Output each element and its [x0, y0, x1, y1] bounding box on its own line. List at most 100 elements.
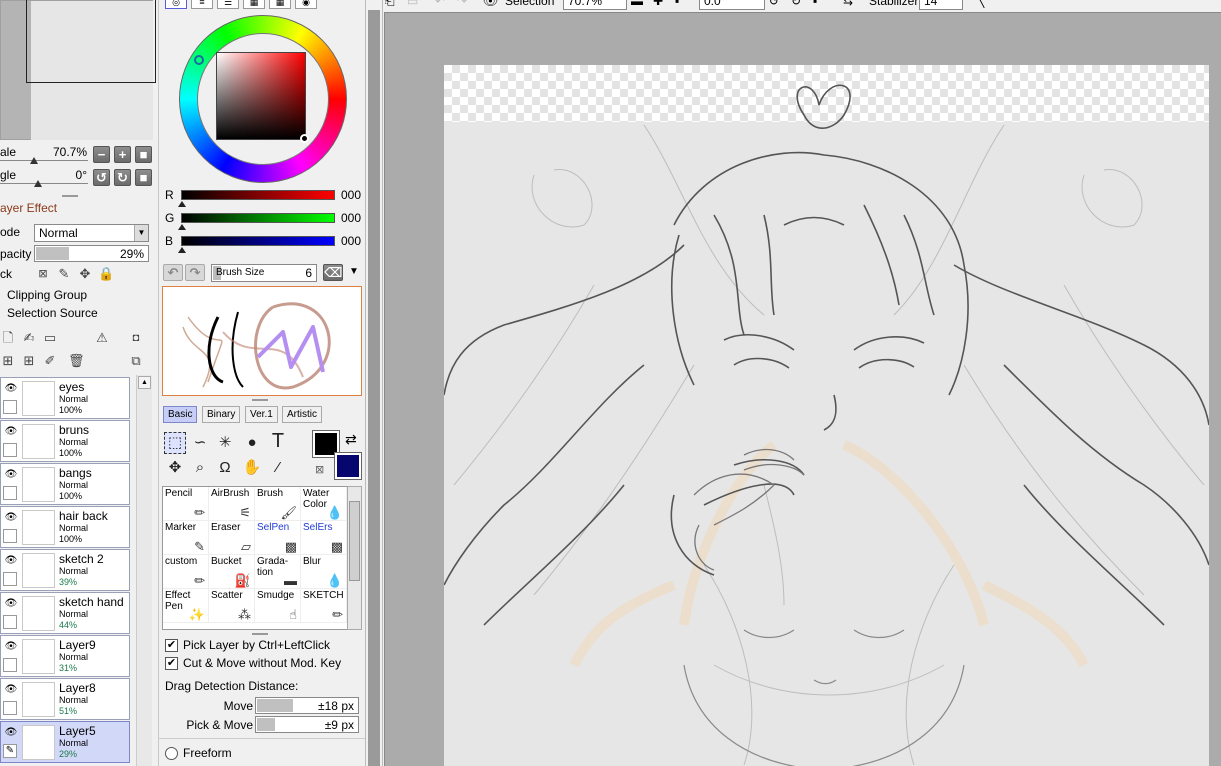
- eye-icon[interactable]: 👁: [3, 467, 19, 483]
- clipping-group-label[interactable]: Clipping Group: [7, 288, 87, 302]
- b-knob[interactable]: [178, 247, 186, 253]
- navigator-preview[interactable]: [0, 0, 156, 140]
- rotate-reset-button[interactable]: ■: [135, 169, 152, 186]
- eye-icon[interactable]: 👁: [3, 553, 19, 569]
- panel-grip[interactable]: [62, 195, 78, 197]
- eyedropper-icon[interactable]: ⁄: [267, 457, 289, 479]
- lasso-icon[interactable]: ∽: [189, 432, 211, 454]
- rotate-right-button[interactable]: ↻: [114, 169, 131, 186]
- shape-select-icon[interactable]: ●: [241, 432, 263, 454]
- eye-icon[interactable]: 👁: [3, 510, 19, 526]
- redo-icon[interactable]: ↷: [457, 0, 467, 10]
- blend-mode-dropdown[interactable]: Normal ▼: [34, 224, 149, 242]
- angle-track[interactable]: [0, 183, 88, 184]
- zoom-dropdown[interactable]: 70.7%: [563, 0, 627, 10]
- scratchpad-tab-icon[interactable]: ◉: [295, 0, 317, 9]
- background-color-swatch[interactable]: [335, 453, 361, 479]
- layer-menu-icon[interactable]: ◘: [128, 330, 144, 346]
- lock-move-icon[interactable]: ✥: [77, 266, 93, 282]
- layer-row[interactable]: 👁 bangs Normal 100%: [0, 463, 130, 505]
- freeform-option[interactable]: Freeform: [165, 745, 365, 763]
- brush-tool-blur[interactable]: Blur 💧: [301, 555, 347, 589]
- r-slider[interactable]: [181, 190, 335, 200]
- brush-stroke-preview[interactable]: [162, 286, 362, 396]
- brush-grid-scrollbar[interactable]: [347, 486, 362, 630]
- zoom-tool-icon[interactable]: ⌕: [189, 457, 211, 479]
- brush-tool-eraser[interactable]: Eraser ▱: [209, 521, 255, 555]
- palette-tab-icon[interactable]: ▦: [269, 0, 291, 9]
- layer-select-checkbox[interactable]: [3, 658, 17, 672]
- pick-move-slider[interactable]: ±9 px: [255, 716, 359, 733]
- cut-move-checkbox[interactable]: ✔: [165, 657, 178, 670]
- panel-grip[interactable]: [252, 399, 268, 401]
- panel-splitter[interactable]: [365, 0, 383, 766]
- brush-tool-bucket[interactable]: Bucket ⛽: [209, 555, 255, 589]
- new-folder-icon[interactable]: ▭: [42, 330, 58, 346]
- lock-all-icon[interactable]: 🔒: [98, 266, 114, 282]
- tab-ver1[interactable]: Ver.1: [245, 406, 278, 423]
- rect-select-icon[interactable]: ⬚: [164, 432, 186, 454]
- eye-icon[interactable]: 👁: [483, 0, 498, 10]
- eraser-toggle-icon[interactable]: ⌫: [323, 264, 343, 281]
- layer-row[interactable]: 👁 ✎ Layer5 Normal 29%: [0, 721, 130, 763]
- scroll-up-arrow-icon[interactable]: ▲: [138, 376, 151, 389]
- scale-track[interactable]: [0, 160, 88, 161]
- canvas-area[interactable]: [384, 12, 1221, 766]
- new-linework-layer-icon[interactable]: ✍: [21, 330, 37, 346]
- brush-tool-airbrush[interactable]: AirBrush ⚟: [209, 487, 255, 521]
- brush-tool-selers[interactable]: SelErs ▩: [301, 521, 347, 555]
- navigator-view-rect[interactable]: [26, 0, 156, 83]
- layer-row[interactable]: 👁 sketch hand Normal 44%: [0, 592, 130, 634]
- layer-select-checkbox[interactable]: [3, 400, 17, 414]
- layer-row[interactable]: 👁 hair back Normal 100%: [0, 506, 130, 548]
- transfer-down-icon[interactable]: ⊞: [0, 353, 16, 369]
- color-wheel-tab-icon[interactable]: ◎: [165, 0, 187, 9]
- stabilizer-dropdown[interactable]: 14: [919, 0, 963, 10]
- eye-icon[interactable]: 👁: [3, 381, 19, 397]
- brush-tool-marker[interactable]: Marker ✎: [163, 521, 209, 555]
- eye-icon[interactable]: 👁: [3, 596, 19, 612]
- saturation-value-square[interactable]: [216, 52, 306, 140]
- rotate-right-toolbar-icon[interactable]: ↻: [791, 0, 801, 10]
- undo-brush-icon[interactable]: ↶: [163, 264, 183, 281]
- layer-options-icon[interactable]: ⚠: [94, 330, 110, 346]
- move-distance-slider[interactable]: ±18 px: [255, 697, 359, 714]
- freeform-radio[interactable]: [165, 747, 178, 760]
- clear-layer-icon[interactable]: ✐: [42, 353, 58, 369]
- layer-select-checkbox[interactable]: [3, 529, 17, 543]
- eye-icon[interactable]: 👁: [3, 639, 19, 655]
- magic-wand-icon[interactable]: ✳: [214, 432, 236, 454]
- pick-layer-option[interactable]: ✔ Pick Layer by Ctrl+LeftClick: [165, 637, 365, 655]
- selection-source-label[interactable]: Selection Source: [7, 306, 98, 320]
- brush-tool-scatter[interactable]: Scatter ⁂: [209, 589, 255, 623]
- zoom-reset-toolbar-icon[interactable]: ▪: [675, 0, 679, 10]
- layer-select-checkbox[interactable]: [3, 701, 17, 715]
- eye-icon[interactable]: 👁: [3, 725, 19, 741]
- tab-binary[interactable]: Binary: [202, 406, 241, 423]
- layer-select-checkbox[interactable]: [3, 572, 17, 586]
- flip-horizontal-icon[interactable]: ⇆: [843, 0, 853, 10]
- invert-selection-icon[interactable]: ▭: [407, 0, 418, 10]
- zoom-out-toolbar-icon[interactable]: ▬: [631, 0, 643, 10]
- brush-tool-pencil[interactable]: Pencil ✏: [163, 487, 209, 521]
- deselect-icon[interactable]: ⎗: [385, 0, 395, 10]
- trash-icon[interactable]: 🗑: [68, 353, 85, 369]
- layer-scrollbar[interactable]: ▲: [136, 375, 152, 766]
- line-tool-icon[interactable]: ╲: [977, 0, 984, 10]
- merge-down-icon[interactable]: ⊞: [21, 353, 37, 369]
- angle-knob[interactable]: [34, 180, 42, 187]
- rotate-left-toolbar-icon[interactable]: ↺: [769, 0, 779, 10]
- g-knob[interactable]: [178, 224, 186, 230]
- layer-select-checkbox[interactable]: [3, 443, 17, 457]
- text-tool-icon[interactable]: T: [267, 430, 289, 452]
- brush-size-slider[interactable]: Brush Size 6: [211, 264, 317, 282]
- brush-tool-custom[interactable]: custom ✏: [163, 555, 209, 589]
- b-slider[interactable]: [181, 236, 335, 246]
- swap-colors-icon[interactable]: ⇄: [345, 431, 357, 448]
- layer-select-checkbox[interactable]: [3, 486, 17, 500]
- layer-row[interactable]: 👁 bruns Normal 100%: [0, 420, 130, 462]
- brush-tool-brush[interactable]: Brush 🖌: [255, 487, 301, 521]
- undo-icon[interactable]: ↶: [435, 0, 445, 10]
- canvas-document[interactable]: [444, 65, 1209, 766]
- brush-tool-water-color[interactable]: Water Color 💧: [301, 487, 347, 521]
